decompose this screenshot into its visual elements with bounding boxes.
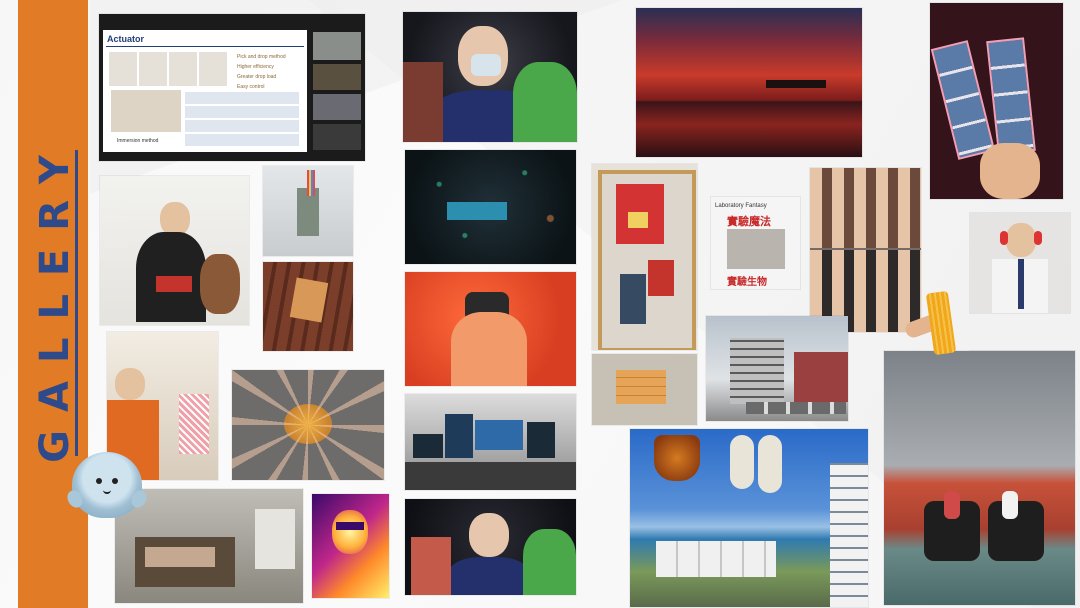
octopus-mascot-icon bbox=[64, 452, 150, 518]
poster-big-text: 實驗魔法 bbox=[727, 216, 771, 228]
zoom-meeting-photo: Actuator Pick and drop method Higher eff… bbox=[99, 14, 365, 161]
slide-caption: Immersion method bbox=[117, 138, 159, 144]
beach-shoes-drink-photo bbox=[630, 429, 868, 607]
gallery-title-text: GALLERY bbox=[32, 137, 79, 463]
wooden-bench-photo bbox=[263, 262, 353, 351]
slide-item-1: Pick and drop method bbox=[237, 54, 286, 60]
poster-top-text: Laboratory Fantasy bbox=[715, 203, 767, 209]
title-underline bbox=[75, 150, 78, 456]
group-selfie-photo bbox=[810, 168, 921, 332]
workstation-monitors-photo bbox=[405, 394, 576, 490]
thermal-camera-photo bbox=[312, 494, 389, 598]
slide-actuator-title: Actuator bbox=[107, 34, 145, 44]
robot-desk-photo bbox=[263, 166, 353, 256]
poster-bottom-text: 實驗生物 bbox=[727, 277, 767, 288]
sunset-sea-photo bbox=[636, 8, 862, 157]
slide-item-2: Higher efficiency bbox=[237, 64, 274, 70]
slide-item-3: Greater drop load bbox=[237, 74, 277, 80]
night-selfie-group-photo bbox=[403, 12, 577, 142]
night-selfie-trio-photo bbox=[405, 499, 576, 595]
gift-presentation-photo bbox=[100, 176, 249, 325]
building-street-photo bbox=[706, 316, 848, 421]
headphone-selfie-photo bbox=[970, 213, 1070, 313]
gallery-title: GALLERY bbox=[20, 130, 90, 470]
mirror-selfie-red-shirt-photo bbox=[592, 164, 697, 350]
disco-room-photo bbox=[405, 150, 576, 264]
photobooth-strips-photo bbox=[930, 3, 1063, 199]
sleeping-room-photo bbox=[115, 489, 303, 603]
cake-box-photo bbox=[592, 354, 697, 425]
hands-circle-food-photo bbox=[232, 370, 384, 480]
camera-red-light-photo bbox=[405, 272, 576, 386]
atv-cliff-photo bbox=[884, 351, 1075, 605]
lab-poster-photo: Laboratory Fantasy 實驗魔法 實驗生物 bbox=[711, 197, 800, 289]
